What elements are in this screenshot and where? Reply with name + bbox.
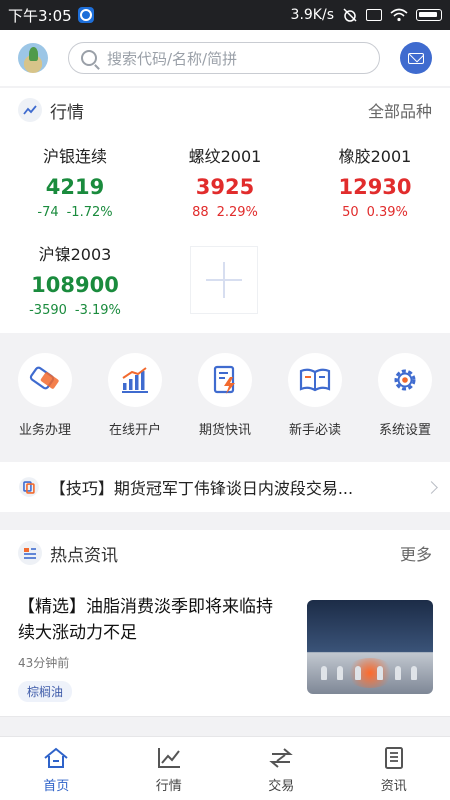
tab-trade[interactable]: 交易 [225, 737, 338, 800]
net-speed: 3.9K/s [290, 7, 334, 23]
chevron-right-icon [425, 480, 438, 494]
quote-change-value: 50 [342, 205, 359, 220]
tips-icon [18, 477, 39, 497]
nav-label: 首页 [43, 779, 70, 794]
quote-change: 88 2.29% [150, 204, 300, 222]
quote-change: 50 0.39% [300, 204, 450, 222]
status-right: 3.9K/s [291, 7, 442, 23]
quotes-title: 行情 [50, 102, 84, 123]
home-icon [44, 747, 68, 768]
quote-change-value: -3590 [29, 303, 67, 318]
news-ticker[interactable]: 【技巧】期货冠军丁伟锋谈日内波段交易... [0, 462, 450, 512]
quotes-card: 行情 全部品种 沪银连续 4219 -74 -1.72% 螺纹2001 3925 … [0, 88, 450, 333]
feature-business[interactable]: 业务办理 [0, 333, 90, 445]
chess-piece [395, 666, 401, 680]
chess-piece [321, 666, 327, 680]
chart-icon [157, 748, 180, 768]
open-book-icon [288, 353, 342, 407]
feature-label: 系统设置 [378, 423, 431, 438]
search-input[interactable]: 搜索代码/名称/简拼 [68, 42, 380, 74]
quote-price: 108900 [31, 273, 119, 297]
alarm-off-icon [343, 8, 357, 22]
hot-news-title: 热点资讯 [50, 545, 118, 566]
news-article[interactable]: 【精选】油脂消费淡季即将来临持续大涨动力不足 43分钟前 棕榈油 [18, 594, 433, 702]
divider [0, 716, 450, 717]
app-notification-icon [77, 7, 94, 23]
status-time: 下午3:05 [8, 6, 72, 25]
quote-price: 12930 [338, 175, 412, 199]
article-tag[interactable]: 棕榈油 [18, 681, 73, 702]
search-icon [81, 50, 97, 66]
bar-chart-icon [108, 353, 162, 407]
quote-name: 橡胶2001 [338, 147, 412, 166]
quotes-header: 行情 全部品种 [0, 88, 450, 132]
quote-price: 3925 [195, 175, 255, 199]
message-button[interactable] [400, 42, 432, 74]
add-quote-button[interactable] [190, 246, 258, 314]
news-list-icon [18, 541, 42, 565]
wifi-icon [390, 8, 408, 22]
quote-change-percent: 2.29% [216, 205, 258, 220]
all-varieties-link[interactable]: 全部品种 [368, 98, 432, 122]
tab-home[interactable]: 首页 [0, 737, 113, 800]
gear-icon [378, 353, 432, 407]
quote-name: 沪银连续 [42, 147, 107, 166]
feature-label: 新手必读 [288, 423, 341, 438]
trend-icon [18, 98, 42, 122]
quote-name: 螺纹2001 [188, 147, 262, 166]
quote-change-value: -74 [37, 205, 59, 220]
chess-piece [411, 666, 417, 680]
sim-icon [366, 9, 382, 21]
hot-news-section: 热点资讯 更多 【精选】油脂消费淡季即将来临持续大涨动力不足 43分钟前 棕榈油 [0, 530, 450, 717]
mail-icon [408, 52, 424, 64]
thumbnail-glow [345, 658, 395, 688]
feature-label: 期货快讯 [198, 423, 251, 438]
feature-system-settings[interactable]: 系统设置 [360, 333, 450, 445]
feature-row: 业务办理 在线开户 期货快讯 新手必读 系统设置 [0, 333, 450, 445]
feature-flash-news[interactable]: 期货快讯 [180, 333, 270, 445]
bottom-nav: 首页 行情 交易 资讯 [0, 736, 450, 800]
trade-icon [269, 748, 294, 768]
quote-tile[interactable]: 沪镍2003 108900 -3590 -3.19% [0, 244, 150, 320]
quote-tile[interactable]: 橡胶2001 12930 50 0.39% [300, 146, 450, 222]
nav-label: 资讯 [380, 779, 407, 794]
chess-piece [377, 666, 383, 680]
news-icon [384, 747, 403, 769]
quote-change-percent: -1.72% [66, 205, 113, 220]
quote-change-value: 88 [192, 205, 209, 220]
chess-piece [337, 666, 343, 680]
nav-label: 交易 [268, 779, 295, 794]
quote-change: -74 -1.72% [0, 204, 150, 222]
more-news-link[interactable]: 更多 [400, 541, 432, 565]
article-thumbnail [307, 600, 433, 694]
quote-change-percent: 0.39% [366, 205, 408, 220]
flash-news-icon [198, 353, 252, 407]
quote-name: 沪镍2003 [38, 245, 112, 264]
search-placeholder: 搜索代码/名称/简拼 [107, 49, 238, 68]
nav-label: 行情 [155, 779, 182, 794]
status-bar: 下午3:05 3.9K/s [0, 0, 450, 30]
header: 搜索代码/名称/简拼 [0, 30, 450, 86]
plus-icon [204, 260, 244, 300]
hot-news-header: 热点资讯 更多 [0, 530, 450, 576]
feature-beginner-guide[interactable]: 新手必读 [270, 333, 360, 445]
ticker-text: 【技巧】期货冠军丁伟锋谈日内波段交易... [49, 479, 354, 498]
handshake-icon [18, 353, 72, 407]
avatar[interactable] [18, 43, 48, 73]
quote-tile[interactable]: 螺纹2001 3925 88 2.29% [150, 146, 300, 222]
quote-price: 4219 [45, 175, 105, 199]
quote-tile[interactable]: 沪银连续 4219 -74 -1.72% [0, 146, 150, 222]
tab-news[interactable]: 资讯 [338, 737, 450, 800]
feature-label: 在线开户 [108, 423, 161, 438]
quote-change: -3590 -3.19% [0, 302, 150, 320]
feature-open-account[interactable]: 在线开户 [90, 333, 180, 445]
quote-change-percent: -3.19% [74, 303, 121, 318]
chess-piece [355, 666, 361, 680]
tab-market[interactable]: 行情 [113, 737, 226, 800]
article-title: 【精选】油脂消费淡季即将来临持续大涨动力不足 [18, 597, 273, 643]
battery-icon [416, 9, 442, 21]
feature-label: 业务办理 [18, 423, 71, 438]
